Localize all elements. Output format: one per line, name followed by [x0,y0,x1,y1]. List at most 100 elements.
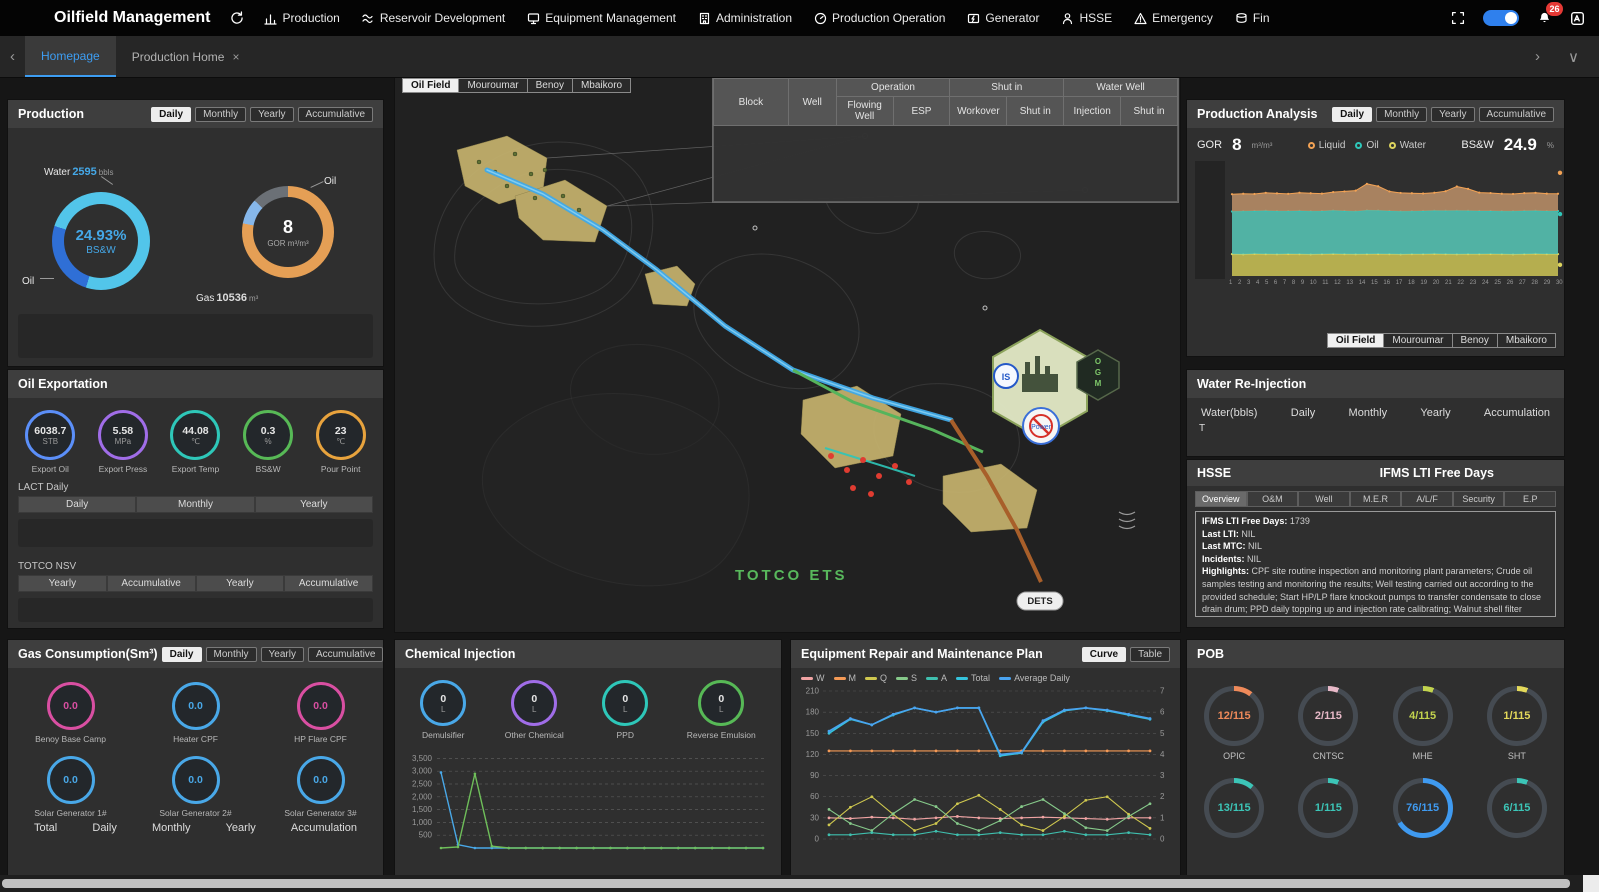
gauge-icon [814,12,827,25]
tabs-menu-icon[interactable]: ∨ [1558,48,1589,66]
chemical-gauge-1: 0 L Other Chemical [505,680,564,740]
fullscreen-icon[interactable] [1451,11,1465,25]
legend-item-average-daily[interactable]: Average Daily [999,673,1070,683]
gas-footer-total[interactable]: Total [34,822,57,834]
lact-tab-yearly[interactable]: Yearly [255,496,373,513]
pa-field-mouroumar[interactable]: Mouroumar [1383,333,1452,348]
panel-gas-consumption: Gas Consumption(Sm³) DailyMonthlyYearlyA… [8,640,383,875]
equipment-view-curve[interactable]: Curve [1082,647,1126,662]
totco-tab-yearly[interactable]: Yearly [18,575,107,592]
gas-footer-monthly[interactable]: Monthly [152,822,191,834]
legend-item-total[interactable]: Total [956,673,990,683]
tabs-scroll-left-icon[interactable]: ‹ [0,48,25,65]
nav-fin[interactable]: Fin [1235,11,1270,25]
pa-period-daily[interactable]: Daily [1332,107,1372,122]
water-tab-monthly[interactable]: Monthly [1349,407,1388,419]
legend-item-s[interactable]: S [896,673,917,683]
map-field-mouroumar[interactable]: Mouroumar [458,78,527,93]
map-field-mbaikoro[interactable]: Mbaikoro [572,78,631,93]
nav-generator[interactable]: Generator [967,11,1039,25]
hsse-tab-m-e-r[interactable]: M.E.R [1350,491,1402,507]
gas-footer-daily[interactable]: Daily [92,822,116,834]
nav-hsse[interactable]: HSSE [1061,11,1112,25]
totco-tab-accumulative[interactable]: Accumulative [284,575,373,592]
hsse-tab-a-l-f[interactable]: A/L/F [1401,491,1453,507]
nav-reservoir-development[interactable]: Reservoir Development [362,11,505,25]
legend-item-q[interactable]: Q [865,673,887,683]
legend-liquid[interactable]: Liquid [1308,140,1346,151]
lact-tab-monthly[interactable]: Monthly [136,496,254,513]
svg-text:3,000: 3,000 [412,767,433,776]
close-tab-icon[interactable]: × [232,50,239,64]
main-nav: Production Reservoir Development Equipme… [264,11,1269,25]
svg-text:210: 210 [806,687,820,696]
bsw-value: 24.93% [76,227,127,244]
totco-tab-accumulative[interactable]: Accumulative [107,575,196,592]
pa-field-oil-field[interactable]: Oil Field [1327,333,1384,348]
is-label: IS [1002,372,1011,382]
water-tab-water-bbls-[interactable]: Water(bbls) [1201,407,1257,419]
legend-oil[interactable]: Oil [1355,140,1378,151]
gas-period-yearly[interactable]: Yearly [261,647,304,662]
production-period-monthly[interactable]: Monthly [195,107,246,122]
gauge-ring: 5.58 MPa [98,410,148,460]
gas-footer-yearly[interactable]: Yearly [226,822,256,834]
pa-field-benoy[interactable]: Benoy [1452,333,1498,348]
notification-bell-icon[interactable]: 26 [1537,11,1552,26]
totco-tab-yearly[interactable]: Yearly [196,575,285,592]
pa-period-accumulative[interactable]: Accumulative [1479,107,1554,122]
tab-production-home[interactable]: Production Home × [116,36,256,77]
nav-administration[interactable]: Administration [698,11,792,25]
nav-equipment-management[interactable]: Equipment Management [527,11,676,25]
water-tab-accumulation[interactable]: Accumulation [1484,407,1550,419]
refresh-icon[interactable] [230,11,244,25]
svg-text:5: 5 [1160,729,1165,738]
gas-period-accumulative[interactable]: Accumulative [308,647,383,662]
tab-homepage[interactable]: Homepage [25,36,116,77]
gas-period-monthly[interactable]: Monthly [206,647,257,662]
svg-text:7: 7 [1160,687,1165,696]
horizontal-scrollbar-thumb[interactable] [2,879,1570,888]
nav-emergency[interactable]: Emergency [1134,11,1213,25]
legend-item-w[interactable]: W [801,673,825,683]
gauge-ring: 0.0 [297,756,345,804]
gas-periods: Daily Monthly Yearly Accumulative [158,647,383,662]
gas-period-daily[interactable]: Daily [162,647,202,662]
nav-production[interactable]: Production [264,11,339,25]
hsse-tab-o-m[interactable]: O&M [1247,491,1299,507]
hsse-tab-e-p[interactable]: E.P [1504,491,1556,507]
oilfield-map[interactable]: IS OGM Power TOTCO ETS DETS Oil FieldM [395,78,1180,632]
export-gauge-3: 0.3 % BS&W [243,410,293,474]
legend-water[interactable]: Water [1389,140,1426,151]
pa-period-yearly[interactable]: Yearly [1431,107,1474,122]
water-tab-yearly[interactable]: Yearly [1420,407,1450,419]
water-reinjection-title: Water Re-Injection [1197,377,1306,391]
map-field-oil-field[interactable]: Oil Field [402,78,459,93]
legend-item-a[interactable]: A [926,673,947,683]
panel-oil-exportation: Oil Exportation 6038.7 STB Export Oil 5.… [8,370,383,628]
tabs-scroll-right-icon[interactable]: › [1525,48,1550,66]
pob-ring: 12/115 [1204,686,1264,746]
equipment-view-table[interactable]: Table [1130,647,1170,662]
map-field-benoy[interactable]: Benoy [527,78,573,93]
legend-item-m[interactable]: M [834,673,857,683]
hsse-tab-well[interactable]: Well [1298,491,1350,507]
production-period-accumulative[interactable]: Accumulative [298,107,373,122]
production-analysis-xaxis: 1234567891011121314151617181920212223242… [1229,280,1563,286]
hsse-tab-security[interactable]: Security [1453,491,1505,507]
pob-ring: 2/115 [1298,686,1358,746]
pa-field-mbaikoro[interactable]: Mbaikoro [1497,333,1556,348]
svg-text:1,500: 1,500 [412,805,433,814]
theme-toggle[interactable] [1483,10,1519,26]
water-tab-daily[interactable]: Daily [1291,407,1315,419]
gas-footer-accumulation[interactable]: Accumulation [291,822,357,834]
production-period-yearly[interactable]: Yearly [250,107,293,122]
nav-production-operation[interactable]: Production Operation [814,11,945,25]
production-period-daily[interactable]: Daily [151,107,191,122]
gas-gauge-2: 0.0 HP Flare CPF [258,682,383,744]
language-icon[interactable] [1570,11,1585,26]
pa-period-monthly[interactable]: Monthly [1376,107,1427,122]
pob-ring: 76/115 [1393,778,1453,838]
lact-tab-daily[interactable]: Daily [18,496,136,513]
hsse-tab-overview[interactable]: Overview [1195,491,1247,507]
